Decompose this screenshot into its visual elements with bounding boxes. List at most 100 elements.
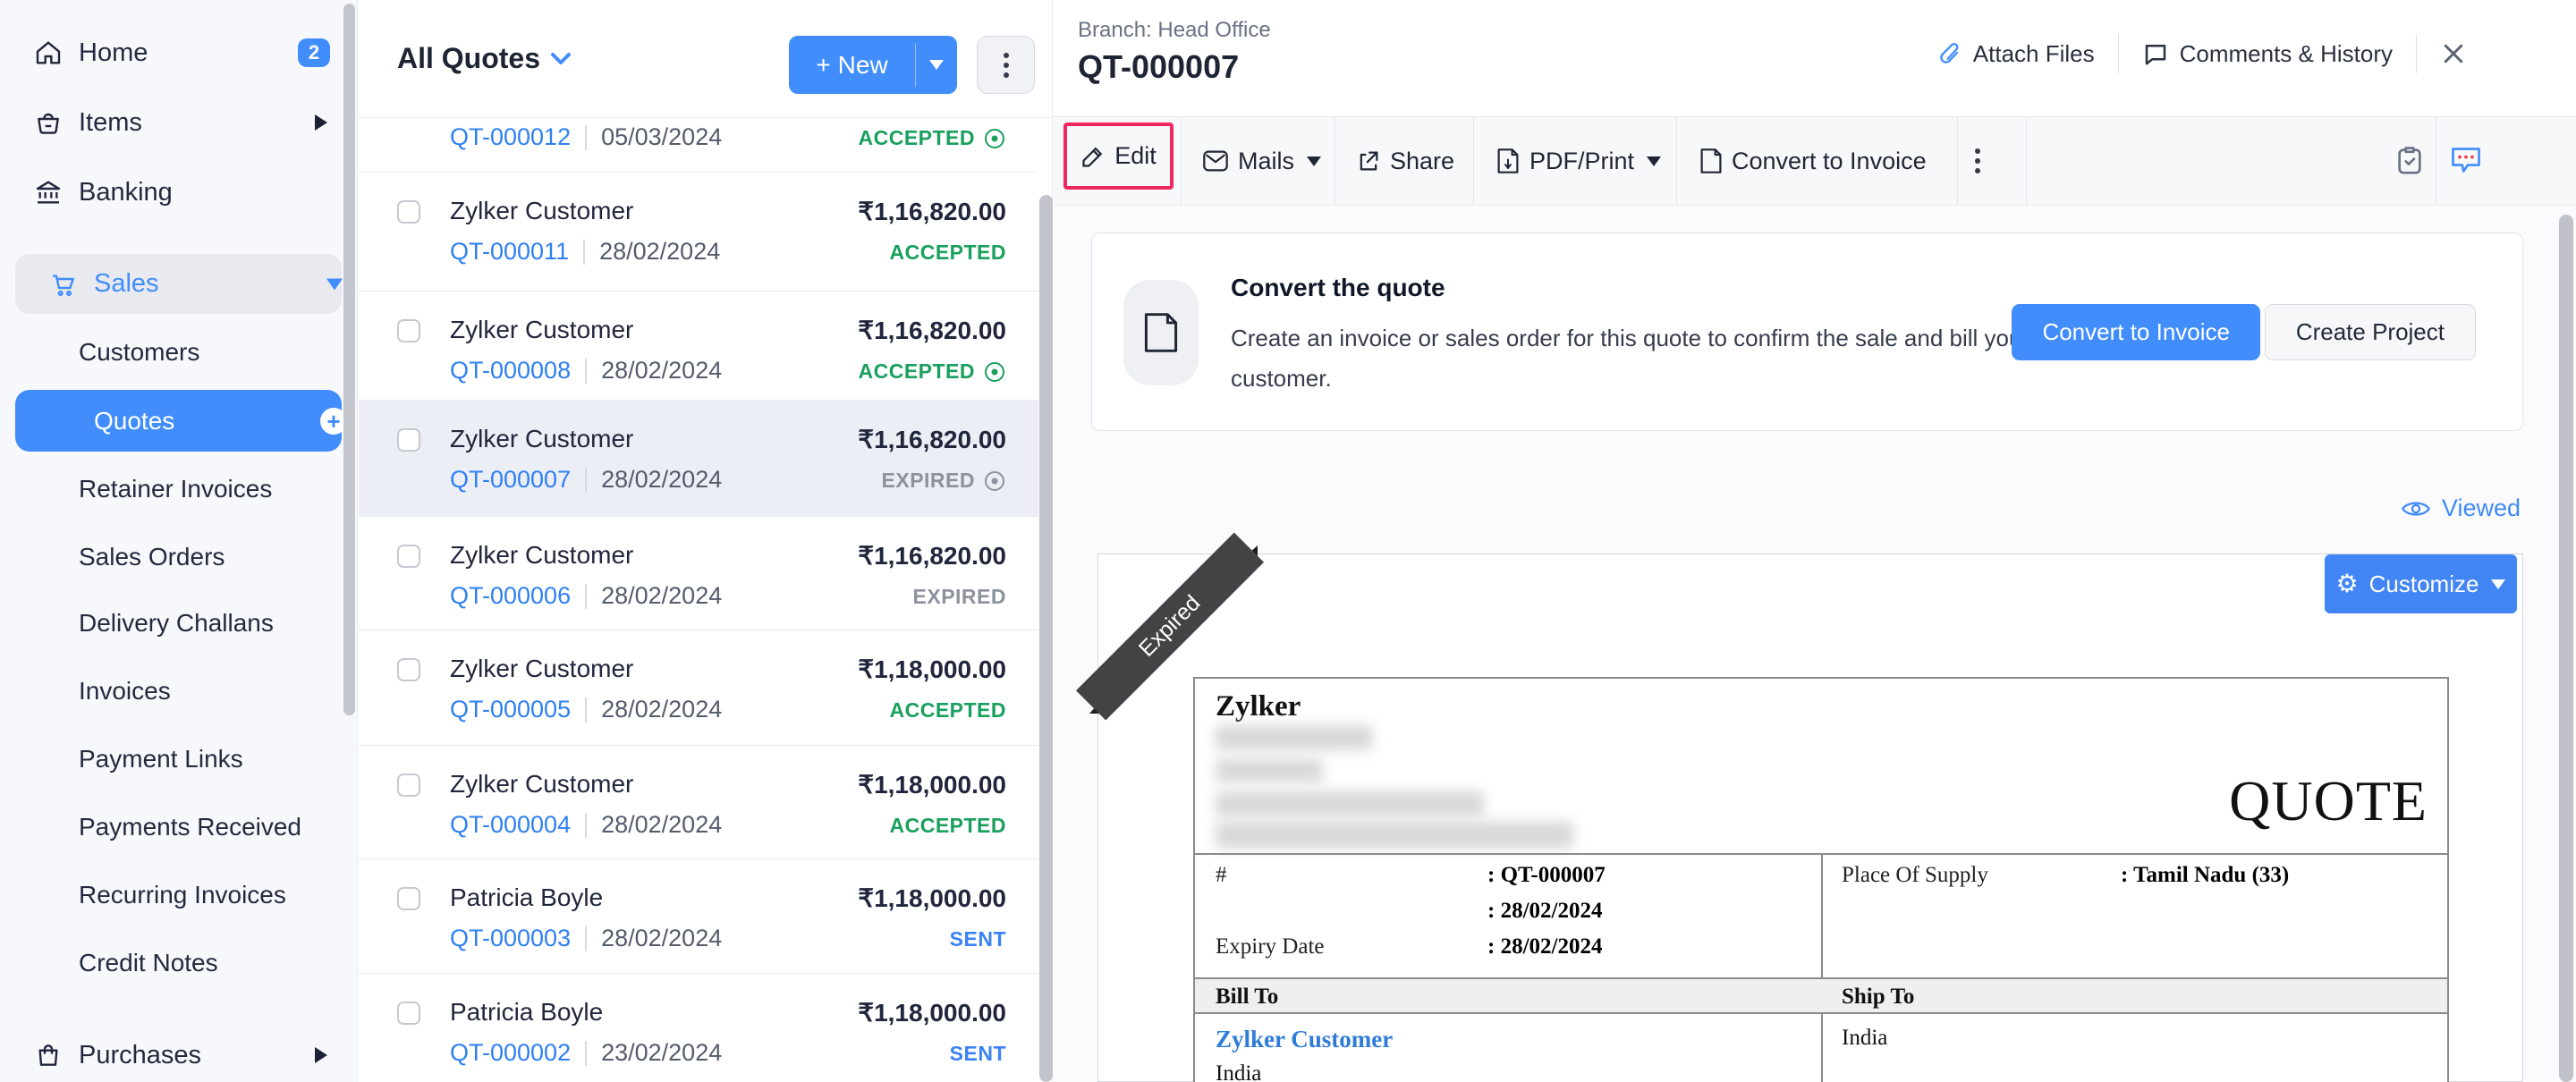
row-checkbox[interactable] xyxy=(397,658,420,681)
customer-name: Zylker Customer xyxy=(450,541,633,570)
sidebar-item-credit-notes[interactable]: Credit Notes xyxy=(0,934,358,992)
list-more-button[interactable] xyxy=(977,36,1035,94)
chevron-right-icon xyxy=(315,114,327,131)
ship-to-country: India xyxy=(1842,1026,1887,1051)
quote-id-link[interactable]: QT-000007 xyxy=(450,466,571,494)
status-badge: SENT xyxy=(950,927,1006,951)
create-project-button[interactable]: Create Project xyxy=(2265,304,2476,360)
row-checkbox[interactable] xyxy=(397,773,420,797)
document-company-name: Zylker xyxy=(1216,690,1301,723)
convert-to-invoice-primary-button[interactable]: Convert to Invoice xyxy=(2012,304,2260,360)
items-icon xyxy=(34,108,63,137)
quote-row[interactable]: Zylker Customer QT-00001128/02/2024 ₹1,1… xyxy=(359,173,1038,292)
sidebar-item-payment-links[interactable]: Payment Links xyxy=(0,731,358,788)
bill-ship-header-row: Bill To Ship To xyxy=(1195,977,2447,1014)
convert-to-invoice-button[interactable]: Convert to Invoice xyxy=(1699,117,1927,205)
row-checkbox[interactable] xyxy=(397,428,420,452)
quote-date: 28/02/2024 xyxy=(601,466,722,494)
quote-id-link[interactable]: QT-000008 xyxy=(450,357,571,385)
new-button-dropdown[interactable] xyxy=(916,36,957,94)
toolbar-more-button[interactable] xyxy=(1975,117,1980,205)
tasks-clipboard-icon[interactable] xyxy=(2394,145,2425,175)
quote-row[interactable]: Zylker Customer QT-00000828/02/2024 ₹1,1… xyxy=(359,292,1038,401)
quote-row[interactable]: Zylker Customer QT-00000628/02/2024 ₹1,1… xyxy=(359,517,1038,630)
quote-date: 05/03/2024 xyxy=(601,123,722,151)
quote-id-link[interactable]: QT-000011 xyxy=(450,238,569,266)
quote-id-link[interactable]: QT-000004 xyxy=(450,811,571,839)
sidebar-item-banking[interactable]: Banking xyxy=(0,164,358,221)
quote-id-link[interactable]: QT-000012 xyxy=(450,123,571,151)
sidebar-item-invoices[interactable]: Invoices xyxy=(0,663,358,720)
quote-row[interactable]: Patricia Boyle QT-00000223/02/2024 ₹1,18… xyxy=(359,974,1038,1082)
quote-date: 23/02/2024 xyxy=(601,1039,722,1067)
status-badge: SENT xyxy=(950,1042,1006,1066)
sidebar-item-items[interactable]: Items xyxy=(0,94,358,151)
quote-id-link[interactable]: QT-000003 xyxy=(450,925,571,952)
quote-row-partial[interactable]: QT-000012 05/03/2024 ACCEPTED xyxy=(359,118,1038,173)
row-checkbox[interactable] xyxy=(397,319,420,342)
bag-icon xyxy=(34,1041,63,1069)
viewed-icon xyxy=(983,360,1006,384)
customer-name: Patricia Boyle xyxy=(450,998,603,1027)
bill-to-customer-link[interactable]: Zylker Customer xyxy=(1216,1026,1393,1053)
sidebar-item-recurring-invoices[interactable]: Recurring Invoices xyxy=(0,866,358,924)
share-button[interactable]: Share xyxy=(1356,117,1454,205)
list-scrollbar[interactable] xyxy=(1039,195,1053,1082)
doc-field-value: : 28/02/2024 xyxy=(1487,934,1602,959)
blurred-address-line xyxy=(1216,725,1372,750)
paperclip-icon xyxy=(1937,40,1962,67)
customize-button[interactable]: ⚙ Customize xyxy=(2325,554,2517,613)
chat-comments-icon[interactable] xyxy=(2450,145,2480,175)
close-icon[interactable] xyxy=(2440,40,2467,67)
quote-toolbar: Edit Mails Share PDF/Print Convert to In… xyxy=(1054,116,2576,206)
caret-down-icon xyxy=(2491,579,2505,589)
row-checkbox[interactable] xyxy=(397,200,420,224)
detail-scrollbar[interactable] xyxy=(2559,215,2573,1082)
sidebar-item-quotes-active[interactable]: Quotes + xyxy=(15,390,342,452)
row-checkbox[interactable] xyxy=(397,545,420,568)
sidebar-item-customers[interactable]: Customers xyxy=(0,324,358,381)
quote-title: QT-000007 xyxy=(1078,48,1239,86)
row-checkbox[interactable] xyxy=(397,1002,420,1025)
row-checkbox[interactable] xyxy=(397,887,420,910)
document-icon xyxy=(1123,280,1199,385)
edit-button[interactable]: Edit xyxy=(1063,123,1174,190)
sidebar-scrollbar[interactable] xyxy=(343,4,355,715)
quote-row[interactable]: Zylker Customer QT-00000528/02/2024 ₹1,1… xyxy=(359,630,1038,746)
sidebar-item-sales-orders[interactable]: Sales Orders xyxy=(0,528,358,586)
sidebar-section-sales[interactable]: Sales xyxy=(15,254,342,314)
list-header: All Quotes +New xyxy=(359,0,1052,118)
sidebar-item-retainer-invoices[interactable]: Retainer Invoices xyxy=(0,461,358,518)
comments-history-button[interactable]: Comments & History xyxy=(2142,40,2393,68)
doc-field-label: # xyxy=(1216,863,1227,888)
quote-date: 28/02/2024 xyxy=(601,696,722,723)
quote-id-link[interactable]: QT-000006 xyxy=(450,582,571,610)
status-badge: EXPIRED xyxy=(882,469,1006,493)
new-quote-button[interactable]: +New xyxy=(789,36,957,94)
sidebar-section-purchases[interactable]: Purchases xyxy=(0,1027,358,1082)
sidebar-item-delivery-challans[interactable]: Delivery Challans xyxy=(0,595,358,652)
bill-to-country: India xyxy=(1216,1061,1261,1082)
sidebar-item-payments-received[interactable]: Payments Received xyxy=(0,799,358,856)
quote-row-selected[interactable]: Zylker Customer QT-000007 28/02/2024 ₹1,1… xyxy=(359,401,1038,517)
customer-name: Zylker Customer xyxy=(450,425,633,453)
quote-id-link[interactable]: QT-000002 xyxy=(450,1039,571,1067)
mails-button[interactable]: Mails xyxy=(1202,117,1321,205)
status-badge: EXPIRED xyxy=(913,585,1006,609)
list-filter-dropdown[interactable]: All Quotes xyxy=(397,42,571,75)
attach-files-button[interactable]: Attach Files xyxy=(1937,40,2095,68)
sidebar-label: Sales xyxy=(94,269,159,299)
quote-amount: ₹1,18,000.00 xyxy=(858,883,1006,913)
sidebar-item-home[interactable]: Home 2 xyxy=(0,24,358,81)
mails-label: Mails xyxy=(1238,148,1294,175)
caret-down-icon xyxy=(1647,156,1661,166)
sidebar: Home 2 Items Banking Sales Customers Quo… xyxy=(0,0,358,1082)
pdf-print-button[interactable]: PDF/Print xyxy=(1496,117,1661,205)
quote-amount: ₹1,16,820.00 xyxy=(858,197,1006,226)
quote-row[interactable]: Patricia Boyle QT-00000328/02/2024 ₹1,18… xyxy=(359,859,1038,974)
quote-id-link[interactable]: QT-000005 xyxy=(450,696,571,723)
detail-content: Convert the quote Create an invoice or s… xyxy=(1054,207,2576,1082)
quote-amount: ₹1,16,820.00 xyxy=(858,425,1006,454)
viewed-link[interactable]: Viewed xyxy=(2401,495,2521,522)
quote-row[interactable]: Zylker Customer QT-00000428/02/2024 ₹1,1… xyxy=(359,746,1038,859)
